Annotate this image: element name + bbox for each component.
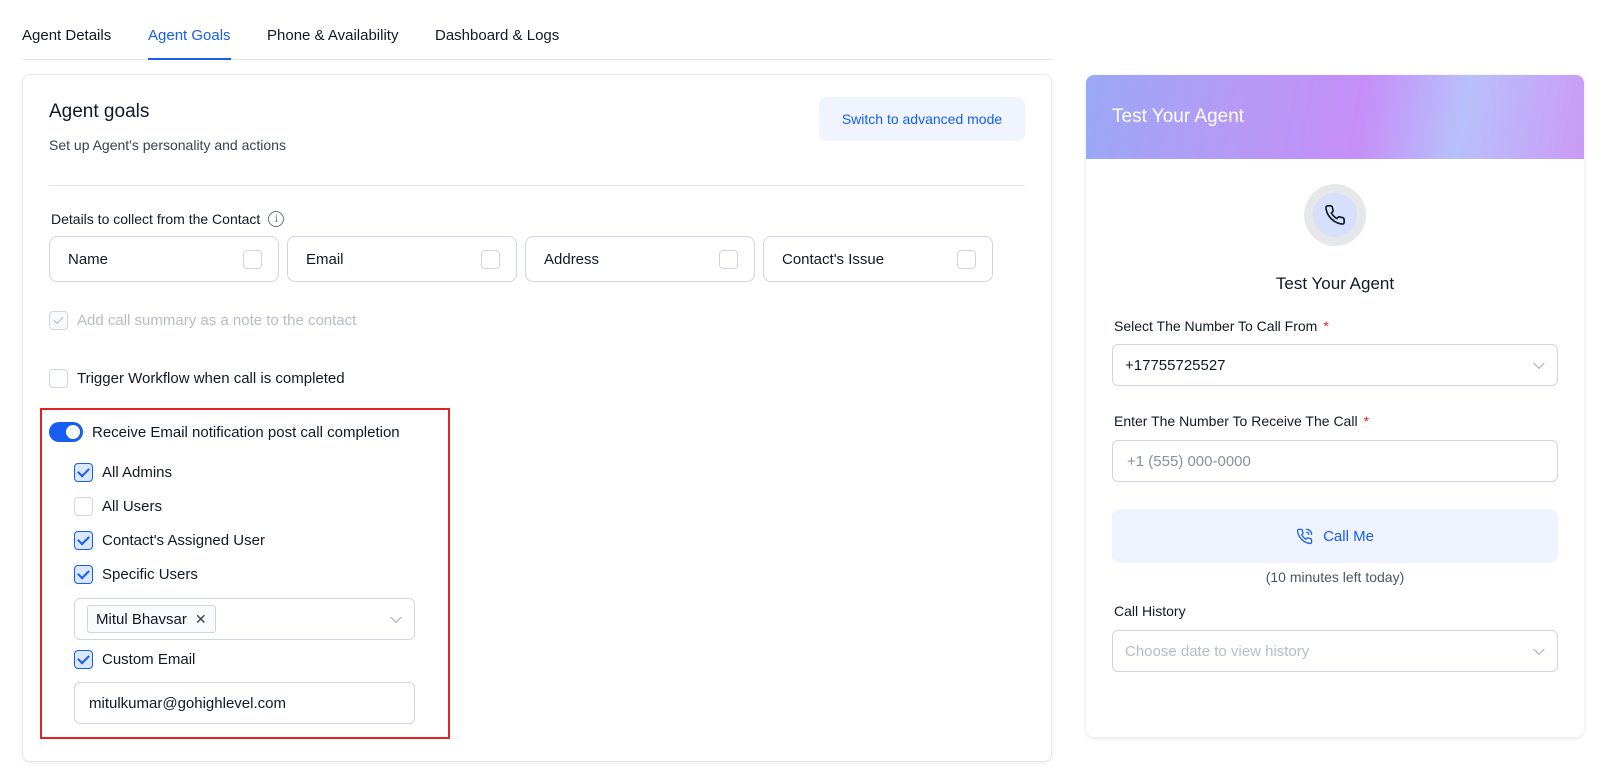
required-mark: * [1323, 318, 1329, 334]
remove-chip-icon[interactable]: ✕ [195, 611, 207, 628]
notify-specific-users-checkbox[interactable] [74, 565, 93, 584]
card-title: Agent goals [49, 101, 150, 122]
agent-goals-card: Agent goals Set up Agent's personality a… [22, 74, 1052, 762]
notify-option-label: Specific Users [102, 566, 198, 583]
notify-all-users-checkbox[interactable] [74, 497, 93, 516]
trigger-workflow-label: Trigger Workflow when call is completed [77, 370, 345, 387]
notify-option-label: All Users [102, 498, 163, 515]
tab-phone-availability[interactable]: Phone & Availability [267, 27, 398, 44]
call-me-label: Call Me [1323, 527, 1374, 545]
phone-call-icon [1296, 528, 1313, 544]
divider [49, 185, 1025, 186]
trigger-workflow-checkbox[interactable] [49, 369, 68, 388]
tab-bar: Agent Details Agent Goals Phone & Availa… [22, 0, 1052, 60]
notify-specific-users-option[interactable]: Specific Users [74, 565, 198, 584]
call-history-label: Call History [1114, 603, 1186, 619]
test-agent-panel: Test Your Agent Test Your Agent Select T… [1086, 75, 1584, 737]
email-notification-label: Receive Email notification post call com… [92, 423, 400, 441]
from-label-text: Select The Number To Call From [1114, 318, 1318, 334]
custom-email-option[interactable]: Custom Email [74, 650, 195, 669]
call-history-placeholder: Choose date to view history [1125, 642, 1310, 660]
notify-assigned-user-option[interactable]: Contact's Assigned User [74, 531, 265, 550]
minutes-left-text: (10 minutes left today) [1265, 569, 1405, 585]
chevron-down-icon[interactable] [1533, 357, 1545, 370]
notify-assigned-user-checkbox[interactable] [74, 531, 93, 550]
notify-option-label: Contact's Assigned User [102, 532, 265, 549]
panel-header-title: Test Your Agent [1112, 106, 1245, 127]
chevron-down-icon[interactable] [1533, 643, 1545, 656]
details-label-text: Details to collect from the Contact [51, 211, 261, 227]
card-subtitle: Set up Agent's personality and actions [49, 137, 286, 153]
notify-all-admins-option[interactable]: All Admins [74, 463, 172, 482]
custom-email-checkbox[interactable] [74, 650, 93, 669]
collect-field-label: Email [306, 250, 344, 268]
to-number-label: Enter The Number To Receive The Call * [1114, 413, 1369, 429]
collect-field-label: Name [68, 250, 109, 268]
notify-option-label: All Admins [102, 464, 173, 481]
specific-users-select[interactable]: Mitul Bhavsar ✕ [74, 598, 415, 640]
email-notification-toggle[interactable] [49, 422, 83, 442]
call-me-button[interactable]: Call Me [1112, 509, 1558, 563]
from-number-value: +17755725527 [1125, 356, 1226, 374]
phone-avatar [1304, 184, 1366, 246]
panel-header: Test Your Agent [1086, 75, 1584, 159]
call-history-select[interactable]: Choose date to view history [1112, 630, 1558, 672]
details-to-collect-label: Details to collect from the Contact i [51, 211, 285, 227]
notify-all-admins-checkbox[interactable] [74, 463, 93, 482]
trigger-workflow-option[interactable]: Trigger Workflow when call is completed [49, 369, 345, 388]
to-label-text: Enter The Number To Receive The Call [1114, 413, 1358, 429]
collect-field-name[interactable]: Name [49, 236, 279, 282]
collect-field-checkbox[interactable] [719, 249, 738, 269]
collect-field-email[interactable]: Email [287, 236, 517, 282]
selected-user-name: Mitul Bhavsar [96, 610, 187, 628]
collect-field-checkbox[interactable] [957, 249, 976, 269]
call-summary-label: Add call summary as a note to the contac… [77, 312, 357, 329]
chevron-down-icon[interactable] [390, 611, 402, 624]
email-notification-toggle-row[interactable]: Receive Email notification post call com… [49, 422, 400, 442]
collect-field-contacts-issue[interactable]: Contact's Issue [763, 236, 993, 282]
call-summary-checkbox [49, 311, 68, 330]
panel-title: Test Your Agent [1275, 274, 1395, 293]
custom-email-input[interactable] [74, 682, 415, 724]
collect-field-checkbox[interactable] [243, 249, 262, 269]
tab-agent-details[interactable]: Agent Details [22, 27, 111, 44]
collect-field-address[interactable]: Address [525, 236, 755, 282]
from-number-select[interactable]: +17755725527 [1112, 344, 1558, 386]
required-mark: * [1363, 413, 1370, 429]
collect-field-label: Contact's Issue [782, 250, 885, 268]
phone-icon [1313, 193, 1357, 237]
tab-agent-goals[interactable]: Agent Goals [148, 27, 231, 60]
info-icon[interactable]: i [268, 211, 285, 227]
collect-field-checkbox[interactable] [481, 249, 500, 269]
selected-user-chip: Mitul Bhavsar ✕ [87, 605, 216, 633]
notify-all-users-option[interactable]: All Users [74, 497, 162, 516]
to-number-input[interactable] [1112, 440, 1558, 482]
switch-advanced-mode-button[interactable]: Switch to advanced mode [819, 97, 1025, 141]
custom-email-label: Custom Email [102, 651, 196, 668]
collect-field-label: Address [544, 250, 600, 268]
tab-dashboard-logs[interactable]: Dashboard & Logs [435, 27, 559, 44]
call-summary-option: Add call summary as a note to the contac… [49, 311, 356, 330]
from-number-label: Select The Number To Call From * [1114, 318, 1329, 334]
